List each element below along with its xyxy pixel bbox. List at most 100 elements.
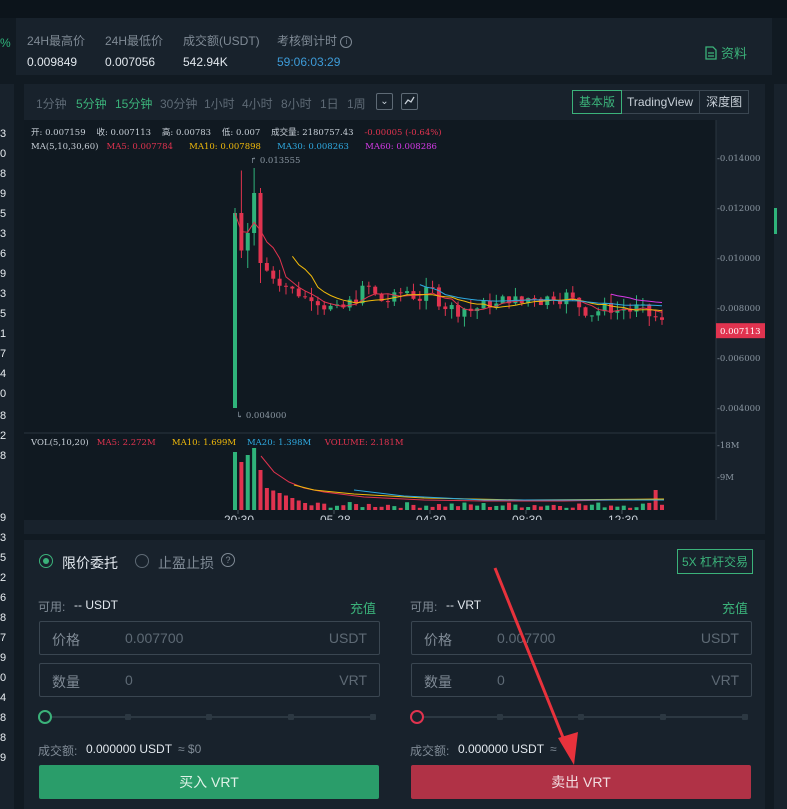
volume-bar [341, 505, 346, 510]
candle-body [303, 296, 308, 298]
time-axis-label: 04:30 [416, 513, 446, 520]
timeframe-7[interactable]: 1日 [320, 95, 339, 112]
candle-body [500, 296, 505, 304]
timeframe-3[interactable]: 30分钟 [160, 95, 197, 112]
volume-bar [303, 503, 308, 510]
buy-price-unit: USDT [328, 630, 367, 646]
volume-bar [398, 507, 403, 510]
volume-bar [379, 506, 384, 510]
limit-order-label[interactable]: 限价委托 [62, 553, 118, 573]
volume-bar [660, 504, 664, 510]
ohlc-change: -0.00005 (-0.64%) [364, 128, 442, 138]
leverage-button[interactable]: 5X 杠杆交易 [677, 549, 754, 574]
buy-recharge-link[interactable]: 充值 [350, 598, 376, 617]
help-icon[interactable]: ? [221, 553, 235, 567]
sell-slider-stop[interactable] [660, 714, 666, 720]
price-axis-label: -0.014000 [717, 154, 760, 164]
volume-bar [373, 506, 378, 510]
buy-button[interactable]: 买入 VRT [39, 765, 379, 799]
sell-slider-handle[interactable] [410, 710, 424, 724]
candle-body [245, 233, 250, 251]
buy-price-field[interactable]: 价格 0.007700 USDT [39, 621, 380, 655]
info-icon[interactable]: i [340, 35, 353, 48]
volume-bar [615, 506, 620, 510]
volume-bar [328, 507, 333, 510]
stop-order-radio[interactable] [135, 554, 149, 568]
stop-order-label[interactable]: 止盈止损 [158, 553, 214, 573]
market-stats-bar: 24H最高价 0.009849 24H最低价 0.007056 成交额(USDT… [16, 18, 772, 75]
buy-slider-stop[interactable] [125, 714, 131, 720]
edge-number: 8 [0, 712, 7, 724]
edge-number: 4 [0, 692, 7, 704]
doc-link[interactable]: 资料 [705, 43, 747, 62]
chevron-down-icon[interactable]: ⌄ [376, 93, 393, 110]
edge-number: 9 [0, 188, 7, 200]
tab-tradingview[interactable]: TradingView [621, 91, 701, 113]
edge-number: 5 [0, 308, 7, 320]
ma-label: MA(5,10,30,60) [31, 142, 99, 152]
volume-bar [436, 504, 441, 510]
candle-body [315, 301, 320, 306]
ma30-value: MA30: 0.008263 [277, 142, 349, 152]
edge-number: 8 [0, 410, 7, 422]
indicator-icon[interactable] [401, 93, 418, 110]
candle-body [296, 288, 301, 297]
timeframe-2[interactable]: 15分钟 [115, 95, 152, 112]
time-axis-label: 08:30 [512, 513, 542, 520]
edge-number: 7 [0, 632, 7, 644]
volume-bar [500, 505, 505, 510]
stat-value-turnover: 542.94K [183, 55, 228, 69]
buy-slider-stop[interactable] [370, 714, 376, 720]
volume-bar [296, 500, 301, 510]
volume-bar [487, 506, 492, 510]
stat-value-high: 0.009849 [27, 55, 78, 69]
kline-chart[interactable]: -0.014000 -0.012000 -0.010000 -0.008000 -0.0… [24, 120, 765, 520]
candle-body [513, 296, 518, 304]
sell-slider-stop[interactable] [742, 714, 748, 720]
candle-body [456, 305, 461, 317]
ma60-value: MA60: 0.008286 [365, 142, 437, 152]
buy-price-label: 价格 [52, 632, 80, 648]
price-axis-label: -0.006000 [717, 354, 760, 364]
ohlc-close: 收: 0.007113 [96, 128, 152, 138]
volume-bar [634, 507, 639, 510]
candle-body [271, 270, 276, 279]
tab-basic[interactable]: 基本版 [572, 90, 623, 114]
edge-number: 6 [0, 248, 7, 260]
edge-number: 2 [0, 572, 7, 584]
limit-order-radio[interactable] [39, 554, 53, 568]
volume-bar [609, 505, 614, 510]
timeframe-1[interactable]: 5分钟 [76, 95, 107, 112]
vol-ma5: MA5: 2.272M [96, 438, 156, 448]
buy-qty-value[interactable]: 0 [125, 672, 133, 688]
buy-slider-stop[interactable] [206, 714, 212, 720]
countdown-label: 考核倒计时 [277, 34, 338, 48]
candle-body [417, 298, 422, 301]
edge-number: 9 [0, 512, 7, 524]
timeframe-6[interactable]: 8小时 [281, 95, 312, 112]
buy-slider-stop[interactable] [288, 714, 294, 720]
chart-panel: 1分钟 5分钟 15分钟 30分钟 1小时 4小时 8小时 1日 1周 ⌄ 基本版 Tradin… [24, 84, 765, 534]
time-axis-label: 05-28 [320, 513, 351, 520]
edge-number: 9 [0, 752, 7, 764]
buy-qty-field[interactable]: 数量 0 VRT [39, 663, 380, 697]
candle-body [277, 278, 282, 286]
sell-recharge-link[interactable]: 充值 [722, 598, 748, 617]
vol-ma10: MA10: 1.699M [171, 438, 237, 448]
timeframe-0[interactable]: 1分钟 [36, 95, 67, 112]
volume-bar [526, 507, 531, 510]
buy-amount-approx: ≈ $0 [178, 742, 202, 756]
candle-body [462, 308, 467, 317]
buy-price-value[interactable]: 0.007700 [125, 630, 183, 646]
stat-label-turnover: 成交额(USDT) [183, 34, 260, 48]
timeframe-8[interactable]: 1周 [347, 95, 366, 112]
timeframe-4[interactable]: 1小时 [204, 95, 235, 112]
sell-price-unit: USDT [700, 630, 739, 646]
sell-amount-label: 成交额: [410, 744, 450, 758]
buy-slider-handle[interactable] [38, 710, 52, 724]
tab-depth[interactable]: 深度图 [700, 91, 748, 113]
volume-bar [264, 488, 269, 510]
candle-body [283, 285, 288, 287]
candle-body [653, 316, 658, 318]
timeframe-5[interactable]: 4小时 [242, 95, 273, 112]
